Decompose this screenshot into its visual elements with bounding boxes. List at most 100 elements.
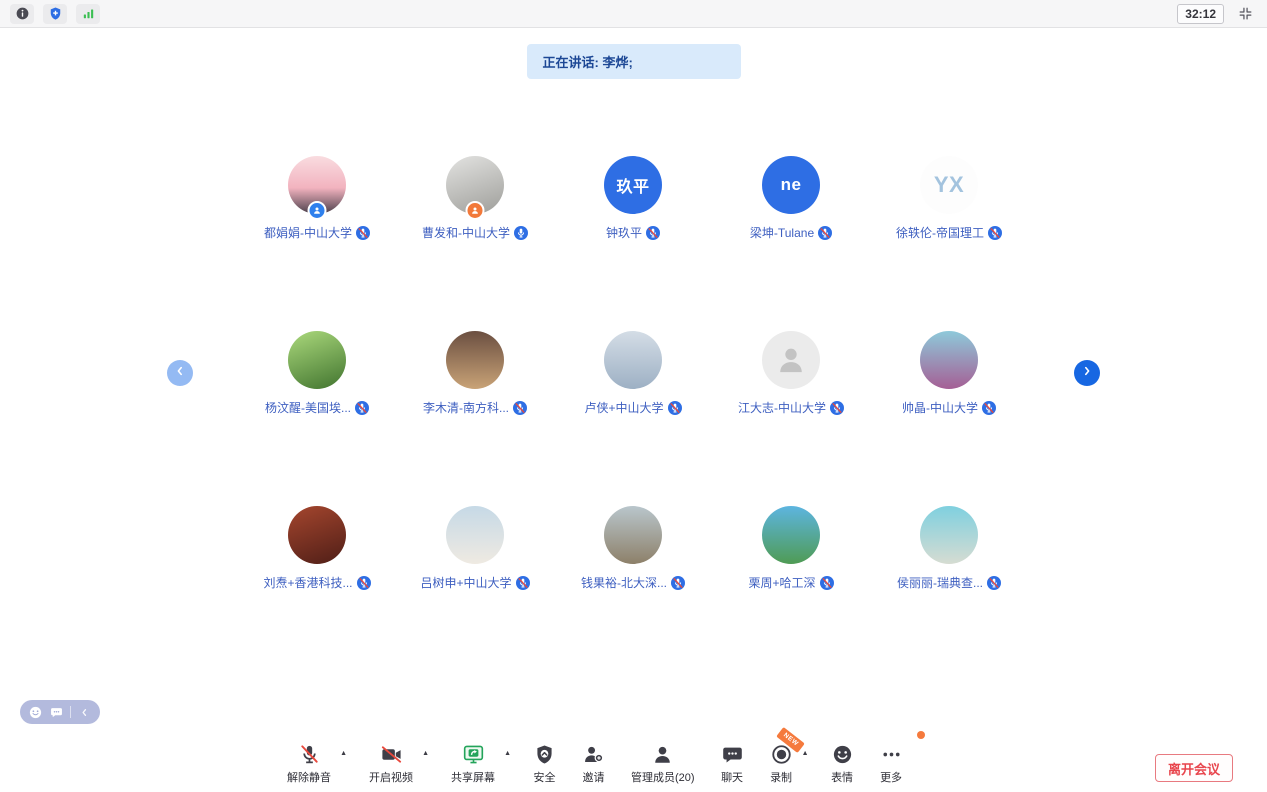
participant-cell[interactable]: ne梁坤-Tulane — [712, 156, 870, 241]
chevron-right-icon — [1079, 363, 1095, 384]
chevron-left-icon — [172, 363, 188, 384]
tool-label: 开启视频 — [369, 769, 413, 785]
participant-name: 帅晶-中山大学 — [902, 399, 978, 416]
avatar-person-by-lake — [920, 331, 978, 389]
participant-name: 钟玖平 — [606, 224, 642, 241]
caret-up-icon[interactable]: ▲ — [504, 750, 511, 757]
participant-name: 吕树申+中山大学 — [420, 574, 511, 591]
participant-cell[interactable]: 吕树申+中山大学 — [396, 506, 554, 591]
participant-name-row: 杨汶醒-美国埃... — [265, 399, 369, 416]
avatar-default-person — [762, 331, 820, 389]
mic-muted-status-icon — [820, 576, 834, 590]
participant-cell[interactable]: 李木清-南方科... — [396, 331, 554, 416]
meeting-timer: 32:12 — [1177, 4, 1224, 24]
mic-muted-status-icon — [513, 401, 527, 415]
participant-cell[interactable]: 帅晶-中山大学 — [870, 331, 1028, 416]
participant-name: 李木清-南方科... — [423, 399, 509, 416]
mic-muted-status-icon — [987, 576, 1001, 590]
camera-off-icon — [380, 741, 403, 766]
avatar-red-sculpture — [288, 506, 346, 564]
tool-screen-share[interactable]: 共享屏幕▲ — [451, 741, 495, 785]
participant-name-row: 帅晶-中山大学 — [902, 399, 996, 416]
tool-chat[interactable]: 聊天 — [721, 741, 744, 785]
quick-reactions-pill — [20, 700, 100, 724]
participant-cell[interactable]: 杨汶醒-美国埃... — [238, 331, 396, 416]
participant-name-row: 曹发和-中山大学 — [422, 224, 528, 241]
mic-muted-status-icon — [646, 226, 660, 240]
more-icon — [880, 741, 903, 766]
invite-icon — [582, 741, 605, 766]
tool-label: 更多 — [880, 769, 902, 785]
tool-label: 共享屏幕 — [451, 769, 495, 785]
participant-name-row: 李木清-南方科... — [423, 399, 527, 416]
caret-up-icon[interactable]: ▲ — [802, 750, 809, 757]
participant-name: 杨汶醒-美国埃... — [265, 399, 351, 416]
tool-mic-muted[interactable]: 解除静音▲ — [287, 741, 331, 785]
avatar-person-on-grass — [762, 506, 820, 564]
leave-meeting-button[interactable]: 离开会议 — [1155, 754, 1233, 782]
avatar-initials: 玖平 — [604, 156, 662, 214]
mic-muted-status-icon — [818, 226, 832, 240]
info-icon[interactable] — [10, 4, 34, 24]
tool-members[interactable]: 管理成员(20) — [631, 741, 695, 785]
exit-fullscreen-icon[interactable] — [1233, 4, 1257, 24]
pill-divider — [70, 706, 71, 718]
participant-cell[interactable]: 栗周+哈工深 — [712, 506, 870, 591]
participant-cell[interactable]: 都娟娟-中山大学 — [238, 156, 396, 241]
topbar-right: 32:12 — [1177, 4, 1257, 24]
caret-up-icon[interactable]: ▲ — [422, 750, 429, 757]
participant-cell[interactable]: 侯丽丽-瑞典查... — [870, 506, 1028, 591]
participant-name-row: 徐轶伦-帝国理工 — [896, 224, 1002, 241]
tool-camera-off[interactable]: 开启视频▲ — [369, 741, 413, 785]
tool-security-shield[interactable]: 安全 — [533, 741, 556, 785]
chat-icon — [721, 741, 744, 766]
cohost-badge-icon — [466, 201, 485, 220]
host-badge-icon — [308, 201, 327, 220]
participant-name: 都娟娟-中山大学 — [264, 224, 352, 241]
avatar-snowy-trees — [446, 506, 504, 564]
participant-cell[interactable]: 钱果裕-北大深... — [554, 506, 712, 591]
prev-page-button[interactable] — [167, 360, 193, 386]
mic-muted-status-icon — [982, 401, 996, 415]
avatar-initials: YX — [934, 172, 964, 198]
next-page-button[interactable] — [1074, 360, 1100, 386]
collapse-pill-icon[interactable] — [77, 705, 92, 720]
participant-name: 钱果裕-北大深... — [581, 574, 667, 591]
participant-name: 刘焘+香港科技... — [263, 574, 352, 591]
tool-invite[interactable]: 邀请 — [582, 741, 605, 785]
tool-label: 录制 — [770, 769, 792, 785]
tool-label: 解除静音 — [287, 769, 331, 785]
participant-cell[interactable]: 玖平钟玖平 — [554, 156, 712, 241]
tool-label: 表情 — [831, 769, 853, 785]
tool-more[interactable]: 更多 — [880, 741, 903, 785]
security-shield-blue-icon[interactable] — [43, 4, 67, 24]
participant-cell[interactable]: 曹发和-中山大学 — [396, 156, 554, 241]
avatar-initials: ne — [762, 156, 820, 214]
participant-name: 卢侠+中山大学 — [584, 399, 663, 416]
participant-name-row: 江大志-中山大学 — [738, 399, 844, 416]
tool-label: 邀请 — [583, 769, 605, 785]
participant-cell[interactable]: 江大志-中山大学 — [712, 331, 870, 416]
caret-up-icon[interactable]: ▲ — [340, 750, 347, 757]
participant-cell[interactable]: 刘焘+香港科技... — [238, 506, 396, 591]
avatar-initials: ne — [781, 175, 802, 195]
tool-emoji[interactable]: 表情 — [831, 741, 854, 785]
avatar-man-facing-mountains — [604, 506, 662, 564]
participant-name: 江大志-中山大学 — [738, 399, 826, 416]
chat-quick-icon[interactable] — [49, 705, 64, 720]
avatar-cats-resting — [446, 331, 504, 389]
mic-muted-icon — [298, 741, 321, 766]
toolbar-items: 解除静音▲开启视频▲共享屏幕▲安全邀请管理成员(20)聊天录制▲NEW表情更多 — [287, 741, 903, 785]
avatar-forest-path — [288, 331, 346, 389]
mic-active-status-icon — [514, 226, 528, 240]
avatar-man-portrait — [604, 331, 662, 389]
mic-muted-status-icon — [355, 401, 369, 415]
screen-share-icon — [462, 741, 485, 766]
participant-cell[interactable]: 卢侠+中山大学 — [554, 331, 712, 416]
emoji-quick-icon[interactable] — [28, 705, 43, 720]
participant-name-row: 吕树申+中山大学 — [420, 574, 529, 591]
tool-record[interactable]: 录制▲NEW — [770, 741, 793, 785]
participant-cell[interactable]: YX 徐轶伦-帝国理工 — [870, 156, 1028, 241]
network-signal-icon[interactable] — [76, 4, 100, 24]
participant-grid: 都娟娟-中山大学曹发和-中山大学玖平钟玖平ne梁坤-TulaneYX徐轶伦-帝国… — [238, 156, 1028, 681]
